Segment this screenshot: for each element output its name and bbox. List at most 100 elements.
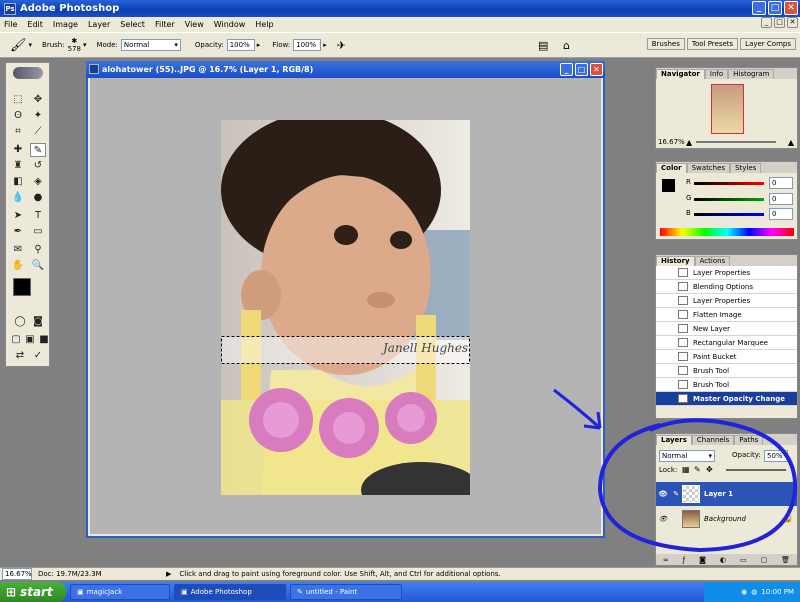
taskbar-item-photoshop[interactable]: ▣ Adobe Photoshop [174,584,286,600]
brush-tool-icon[interactable]: 🖌 [10,38,27,53]
marquee-tool-icon[interactable]: ⬚ [10,93,26,107]
type-tool-icon[interactable]: T [30,209,46,223]
mode-select[interactable]: Normal ▾ [120,39,181,51]
channel-b-input[interactable]: 0 [769,208,793,220]
close-doc-button[interactable]: ✕ [787,17,798,28]
tab-info[interactable]: Info [704,69,729,79]
lasso-tool-icon[interactable]: ʘ [10,109,26,123]
menu-image[interactable]: Image [52,20,79,29]
history-item[interactable]: New Layer [656,322,797,336]
screen-mode-full-icon[interactable]: ■ [36,333,52,347]
pen-tool-icon[interactable]: ✒ [10,225,26,239]
brush-picker[interactable]: ✱ 578 [68,37,81,53]
tab-history[interactable]: History [656,256,695,266]
history-brush-icon[interactable]: ↺ [30,159,46,173]
eraser-icon[interactable]: ◧ [10,175,26,189]
fg-color-chip[interactable] [662,179,675,192]
edit-in-imageready-icon[interactable]: ✓ [30,349,46,363]
foreground-color-swatch[interactable] [13,278,31,296]
history-item[interactable]: Blending Options [656,280,797,294]
opacity-input[interactable]: 100% [226,39,255,51]
adobe-online-icon[interactable] [12,67,43,79]
tab-swatches[interactable]: Swatches [686,163,731,173]
channel-g-input[interactable]: 0 [769,193,793,205]
flow-slider-arrow-icon[interactable]: ▸ [323,41,327,49]
start-button[interactable]: ⊞ start [0,582,66,602]
brush-tool-selected-icon[interactable]: ✎ [30,143,46,157]
brush-dropdown-icon[interactable]: ▾ [83,41,87,49]
menu-file[interactable]: File [3,20,18,29]
zoom-out-icon[interactable]: ▲ [686,138,692,147]
tab-actions[interactable]: Actions [694,256,731,266]
minimize-button[interactable]: _ [752,1,766,15]
tab-layer-comps[interactable]: Layer Comps [740,38,796,50]
jump-to-imageready-icon[interactable]: ⇄ [12,349,28,363]
navigator-zoom[interactable]: 16.67% [658,138,685,146]
file-browser-icon[interactable]: ▤ [538,39,548,52]
paint-bucket-icon[interactable]: ◈ [30,175,46,189]
color-ramp[interactable] [660,228,794,236]
flow-input[interactable]: 100% [293,39,322,51]
status-zoom[interactable]: 16.67% [2,568,32,580]
channel-g-slider[interactable] [694,198,764,201]
tab-color[interactable]: Color [656,163,687,173]
document-image[interactable]: Janell Hughes [221,120,470,495]
history-item[interactable]: Rectangular Marquee [656,336,797,350]
magic-wand-icon[interactable]: ✦ [30,109,46,123]
path-selection-icon[interactable]: ➤ [10,209,26,223]
doc-close-button[interactable]: ✕ [590,63,603,76]
shape-tool-icon[interactable]: ▭ [30,225,46,239]
menu-help[interactable]: Help [254,20,274,29]
move-tool-icon[interactable]: ✥ [30,93,46,107]
channel-r-input[interactable]: 0 [769,177,793,189]
history-item[interactable]: Layer Properties [656,266,797,280]
history-item[interactable]: Layer Properties [656,294,797,308]
opacity-slider-arrow-icon[interactable]: ▸ [257,41,261,49]
restore-doc-button[interactable]: _ [761,17,772,28]
airbrush-icon[interactable]: ✈ [337,39,346,52]
taskbar-item-magicjack[interactable]: ▣ magicJack [70,584,170,600]
eyedropper-icon[interactable]: ⚲ [30,243,46,257]
zoom-in-icon[interactable]: ▲ [788,138,794,147]
tab-styles[interactable]: Styles [730,163,762,173]
menu-layer[interactable]: Layer [87,20,111,29]
blur-tool-icon[interactable]: 💧 [10,191,26,205]
clone-stamp-icon[interactable]: ♜ [10,159,26,173]
healing-brush-icon[interactable]: ✚ [10,143,26,157]
zoom-tool-icon[interactable]: 🔍 [30,259,46,273]
history-item[interactable]: Brush Tool [656,364,797,378]
doc-minimize-button[interactable]: _ [560,63,573,76]
doc-maximize-button[interactable]: □ [575,63,588,76]
channel-r-slider[interactable] [694,182,764,185]
crop-tool-icon[interactable]: ⌗ [10,125,26,139]
maximize-button[interactable]: □ [768,1,782,15]
standard-mode-icon[interactable]: ◯ [12,315,28,329]
menu-select[interactable]: Select [119,20,146,29]
notes-tool-icon[interactable]: ✉ [10,243,26,257]
history-item[interactable]: Flatten Image [656,308,797,322]
navigator-zoom-slider[interactable] [696,141,776,143]
menu-view[interactable]: View [184,20,205,29]
navigator-thumbnail[interactable] [711,84,744,134]
tile-doc-button[interactable]: □ [774,17,785,28]
tab-histogram[interactable]: Histogram [728,69,775,79]
menu-edit[interactable]: Edit [26,20,44,29]
close-button[interactable]: ✕ [784,1,798,15]
dodge-tool-icon[interactable]: ● [30,191,46,205]
palette-well-icon[interactable]: ⌂ [563,39,570,52]
menu-filter[interactable]: Filter [154,20,176,29]
hand-tool-icon[interactable]: ✋ [10,259,26,273]
quick-mask-icon[interactable]: ◙ [30,315,46,329]
menu-window[interactable]: Window [213,20,247,29]
taskbar-item-paint[interactable]: ✎ untitled - Paint [290,584,402,600]
tab-brushes[interactable]: Brushes [646,38,685,50]
tab-tool-presets[interactable]: Tool Presets [686,38,739,50]
tray-icon[interactable]: ◍ [751,588,757,596]
tray-icon[interactable]: ◉ [741,588,747,596]
slice-tool-icon[interactable]: ⟋ [30,125,46,139]
channel-b-slider[interactable] [694,213,764,216]
history-item[interactable]: Paint Bucket [656,350,797,364]
tab-navigator[interactable]: Navigator [656,69,705,79]
tool-preset-dropdown-icon[interactable]: ▾ [29,41,33,49]
clock[interactable]: 10:00 PM [761,588,794,596]
